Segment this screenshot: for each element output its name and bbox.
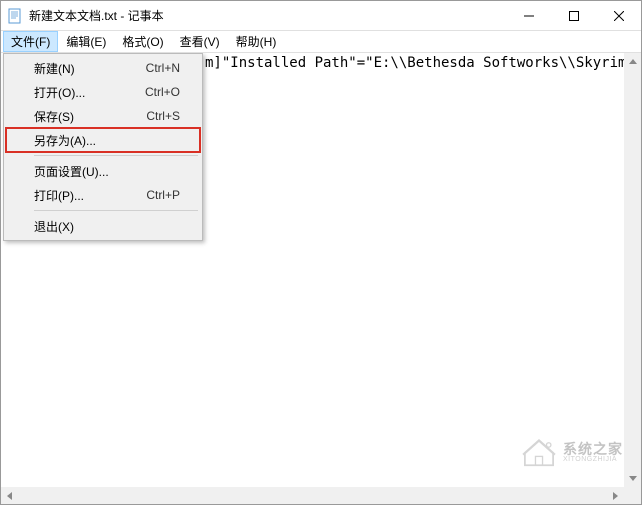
menu-file[interactable]: 文件(F) — [3, 31, 58, 52]
menu-item-page-setup[interactable]: 页面设置(U)... — [6, 159, 200, 183]
menu-item-shortcut: Ctrl+O — [145, 85, 180, 99]
menu-format[interactable]: 格式(O) — [114, 31, 171, 52]
menu-item-label: 另存为(A)... — [34, 132, 180, 149]
menu-help[interactable]: 帮助(H) — [228, 31, 285, 52]
menu-view[interactable]: 查看(V) — [172, 31, 228, 52]
menu-item-label: 退出(X) — [34, 218, 180, 235]
menu-item-exit[interactable]: 退出(X) — [6, 214, 200, 238]
menu-item-save[interactable]: 保存(S) Ctrl+S — [6, 104, 200, 128]
close-button[interactable] — [596, 1, 641, 30]
menu-edit[interactable]: 编辑(E) — [58, 31, 114, 52]
scroll-track[interactable] — [18, 487, 607, 504]
menu-item-label: 新建(N) — [34, 60, 146, 77]
menu-item-open[interactable]: 打开(O)... Ctrl+O — [6, 80, 200, 104]
menu-item-label: 页面设置(U)... — [34, 163, 180, 180]
editor-text[interactable]: m]"Installed Path"="E:\\Bethesda Softwor… — [201, 53, 641, 73]
scroll-down-button[interactable] — [624, 470, 641, 487]
menu-item-shortcut: Ctrl+P — [146, 188, 180, 202]
watermark: 系统之家 XITONGZHIJIA — [521, 437, 623, 467]
window-controls — [506, 1, 641, 30]
scroll-corner — [624, 487, 641, 504]
menu-item-shortcut: Ctrl+S — [146, 109, 180, 123]
scroll-right-button[interactable] — [607, 487, 624, 504]
vertical-scrollbar[interactable] — [624, 53, 641, 487]
watermark-house-icon — [521, 437, 557, 467]
menu-separator — [34, 210, 198, 211]
menu-separator — [34, 155, 198, 156]
menu-item-new[interactable]: 新建(N) Ctrl+N — [6, 56, 200, 80]
file-dropdown: 新建(N) Ctrl+N 打开(O)... Ctrl+O 保存(S) Ctrl+… — [3, 53, 203, 241]
titlebar: 新建文本文档.txt - 记事本 — [1, 1, 641, 31]
menu-item-label: 打印(P)... — [34, 187, 146, 204]
window-title: 新建文本文档.txt - 记事本 — [29, 7, 506, 24]
scroll-up-button[interactable] — [624, 53, 641, 70]
watermark-text-en: XITONGZHIJIA — [563, 456, 623, 463]
menubar: 文件(F) 编辑(E) 格式(O) 查看(V) 帮助(H) — [1, 31, 641, 53]
horizontal-scrollbar[interactable] — [1, 487, 624, 504]
watermark-text-cn: 系统之家 — [563, 442, 623, 456]
menu-item-label: 打开(O)... — [34, 84, 145, 101]
scroll-track[interactable] — [624, 70, 641, 470]
minimize-button[interactable] — [506, 1, 551, 30]
editor-area[interactable]: m]"Installed Path"="E:\\Bethesda Softwor… — [1, 53, 641, 487]
notepad-icon — [7, 8, 23, 24]
menu-item-shortcut: Ctrl+N — [146, 61, 180, 75]
menu-item-print[interactable]: 打印(P)... Ctrl+P — [6, 183, 200, 207]
scroll-left-button[interactable] — [1, 487, 18, 504]
maximize-button[interactable] — [551, 1, 596, 30]
menu-item-label: 保存(S) — [34, 108, 146, 125]
menu-item-save-as[interactable]: 另存为(A)... — [6, 128, 200, 152]
